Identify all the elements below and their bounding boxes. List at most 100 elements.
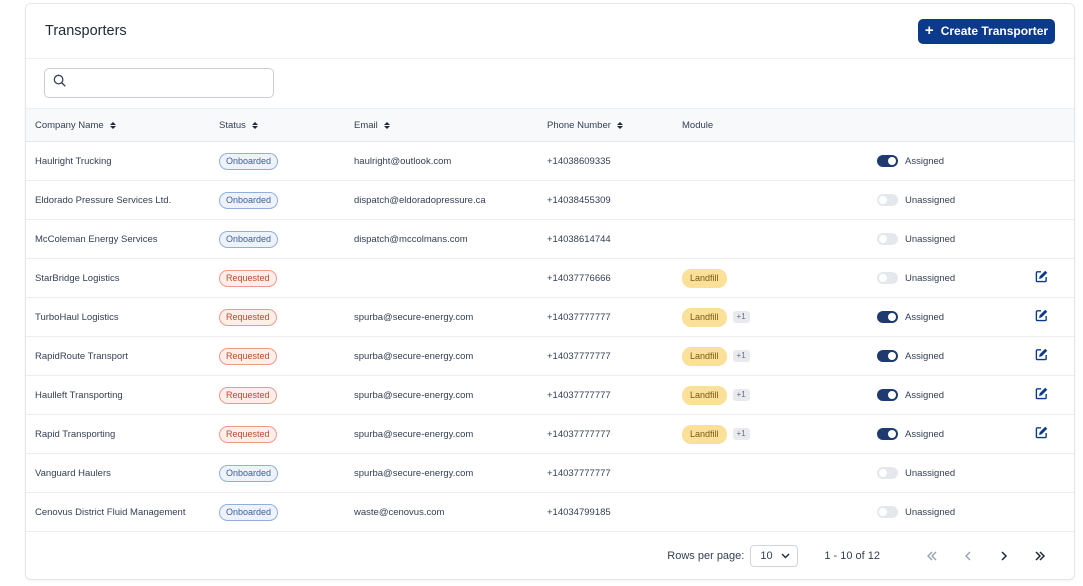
email-text: spurba@secure-energy.com [354,467,474,479]
assignment-toggle[interactable] [877,272,898,284]
assignment-toggle[interactable] [877,155,898,167]
edit-icon[interactable] [1035,309,1048,322]
cell-phone: +14037777777 [547,298,682,337]
company-name: McColeman Energy Services [35,233,158,245]
assignment-toggle[interactable] [877,389,898,401]
assignment-control: Assigned [877,350,1027,362]
table-row: TurboHaul Logistics Requested spurba@sec… [26,298,1074,337]
sort-icon[interactable] [251,121,258,129]
cell-module [682,493,877,532]
module-badge: Landfill [682,307,727,327]
assignment-toggle[interactable] [877,428,898,440]
sort-icon[interactable] [109,121,116,129]
cell-assignment: Unassigned [877,259,1027,298]
column-header-phone[interactable]: Phone Number [547,108,682,142]
create-transporter-button[interactable]: + Create Transporter [918,18,1055,44]
column-label-status: Status [219,119,246,131]
email-text: spurba@secure-energy.com [354,389,474,401]
assignment-control: Unassigned [877,233,1027,245]
next-page-icon[interactable] [992,546,1016,566]
cell-company: Haulright Trucking [26,142,219,181]
phone-text: +14038614744 [547,233,611,245]
cell-company: Vanguard Haulers [26,454,219,493]
cell-module [682,220,877,259]
assignment-label: Assigned [905,428,945,440]
assignment-toggle[interactable] [877,350,898,362]
pagination: Rows per page: 10 1 - 10 of 12 [26,532,1074,579]
rows-per-page-select[interactable]: 10 [750,545,799,567]
cell-actions [1027,142,1074,181]
search-box[interactable] [44,68,274,98]
edit-icon[interactable] [1035,348,1048,361]
cell-company: RapidRoute Transport [26,337,219,376]
cell-status: Onboarded [219,220,354,259]
cell-module [682,454,877,493]
column-header-company[interactable]: Company Name [26,108,219,142]
last-page-icon[interactable] [1028,546,1052,566]
company-name: Vanguard Haulers [35,467,111,479]
phone-text: +14038455309 [547,194,611,206]
column-header-status[interactable]: Status [219,108,354,142]
search-input[interactable] [71,71,261,95]
edit-icon[interactable] [1035,387,1048,400]
page-title: Transporters [45,23,127,39]
cell-actions [1027,337,1074,376]
cell-phone: +14034799185 [547,493,682,532]
cell-company: Eldorado Pressure Services Ltd. [26,181,219,220]
cell-company: McColeman Energy Services [26,220,219,259]
cell-actions [1027,415,1074,454]
sort-icon[interactable] [383,121,390,129]
transporters-card: Transporters + Create Transporter Compan… [25,3,1075,580]
assignment-label: Unassigned [905,272,956,284]
table-row: Rapid Transporting Requested spurba@secu… [26,415,1074,454]
assignment-control: Unassigned [877,467,1027,479]
assignment-toggle[interactable] [877,506,898,518]
edit-icon[interactable] [1035,426,1048,439]
assignment-toggle[interactable] [877,233,898,245]
assignment-toggle[interactable] [877,311,898,323]
column-header-actions [1027,108,1074,142]
phone-text: +14037776666 [547,272,611,284]
assignment-label: Assigned [905,350,945,362]
cell-actions [1027,259,1074,298]
column-header-email[interactable]: Email [354,108,547,142]
module-count-badge[interactable]: +1 [732,427,750,440]
previous-page-icon[interactable] [956,546,980,566]
status-badge: Requested [219,269,277,287]
status-badge: Onboarded [219,191,279,209]
cell-status: Requested [219,337,354,376]
assignment-control: Assigned [877,389,1027,401]
cell-phone: +14037777777 [547,337,682,376]
assignment-label: Unassigned [905,194,956,206]
search-row [26,59,1074,108]
cell-email: spurba@secure-energy.com [354,337,547,376]
module-count-badge[interactable]: +1 [732,310,750,323]
cell-status: Requested [219,376,354,415]
cell-assignment: Unassigned [877,181,1027,220]
module-count-badge[interactable]: +1 [732,349,750,362]
company-name: TurboHaul Logistics [35,311,119,323]
sort-icon[interactable] [616,121,623,129]
assignment-toggle[interactable] [877,194,898,206]
company-name: Rapid Transporting [35,428,116,440]
table-row: StarBridge Logistics Requested +14037776… [26,259,1074,298]
company-name: Haulright Trucking [35,155,112,167]
cell-email: dispatch@eldoradopressure.ca [354,181,547,220]
column-header-assignment [877,108,1027,142]
table-body: Haulright Trucking Onboarded haulright@o… [26,142,1074,532]
cell-status: Onboarded [219,181,354,220]
column-label-phone: Phone Number [547,119,611,131]
email-text: spurba@secure-energy.com [354,311,474,323]
cell-assignment: Unassigned [877,454,1027,493]
module-count-badge[interactable]: +1 [732,388,750,401]
first-page-icon[interactable] [920,546,944,566]
email-text: waste@cenovus.com [354,506,445,518]
column-header-module: Module [682,108,877,142]
cell-assignment: Unassigned [877,493,1027,532]
cell-email: spurba@secure-energy.com [354,415,547,454]
edit-icon[interactable] [1035,270,1048,283]
phone-text: +14037777777 [547,467,611,479]
email-text: spurba@secure-energy.com [354,350,474,362]
email-text: haulright@outlook.com [354,155,452,167]
assignment-toggle[interactable] [877,467,898,479]
